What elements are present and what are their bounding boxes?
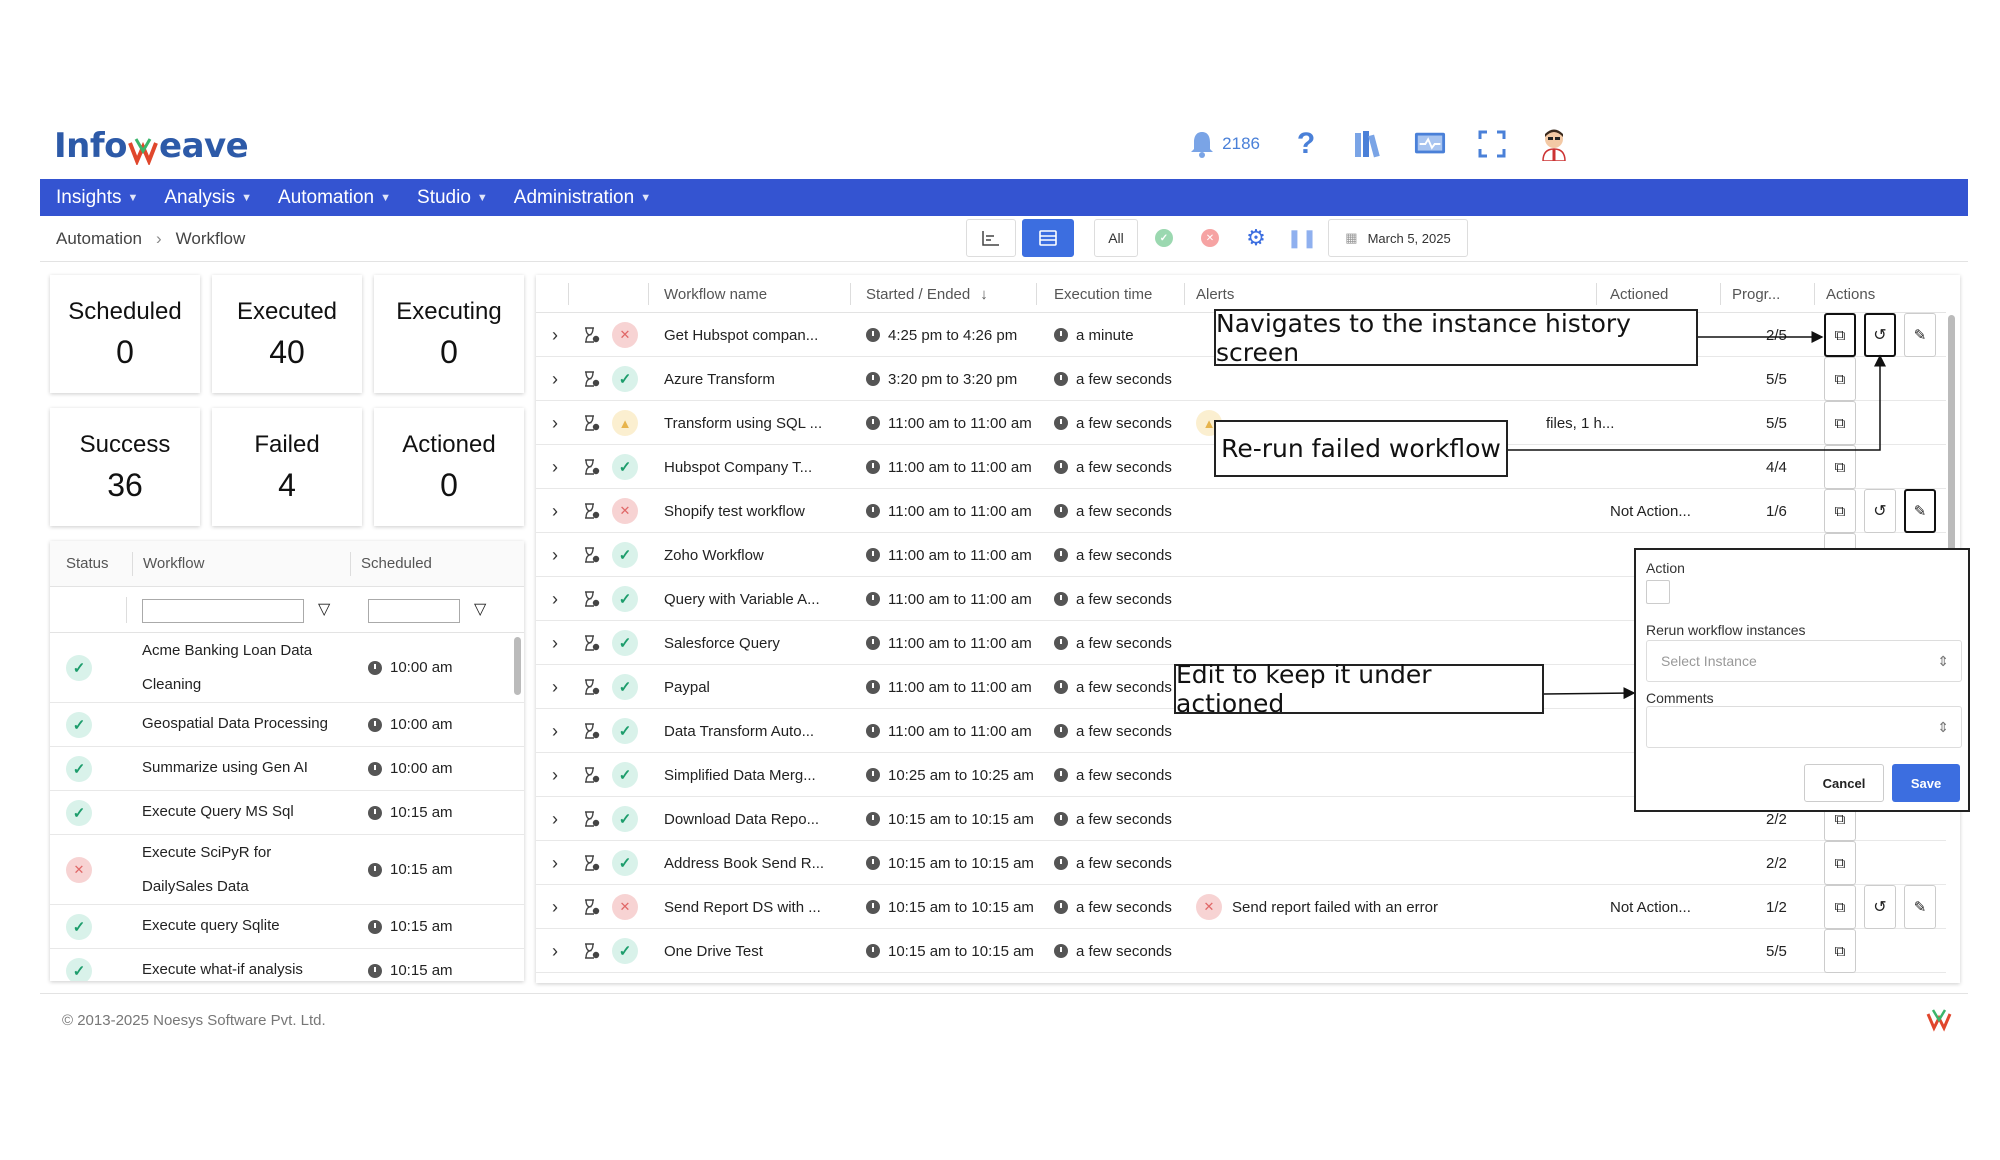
- app-window: { "header":{"logo_text":"Info","logo_tex…: [0, 0, 2000, 1160]
- footer: © 2013-2025 Noesys Software Pvt. Ltd.: [40, 993, 1968, 1045]
- copyright: © 2013-2025 Noesys Software Pvt. Ltd.: [62, 1012, 326, 1029]
- rerun-label: Rerun workflow instances: [1646, 622, 1806, 638]
- action-checkbox[interactable]: [1646, 580, 1670, 604]
- comments-field[interactable]: ⇕: [1646, 706, 1962, 748]
- save-button[interactable]: Save: [1892, 764, 1960, 802]
- action-popup: Action Rerun workflow instances Select I…: [1634, 548, 1970, 812]
- cancel-button[interactable]: Cancel: [1804, 764, 1884, 802]
- chevron-updown-icon: ⇕: [1937, 718, 1949, 735]
- chevron-updown-icon: ⇕: [1937, 652, 1949, 669]
- comments-label: Comments: [1646, 690, 1714, 706]
- action-label: Action: [1646, 560, 1685, 576]
- select-instance-dropdown[interactable]: Select Instance ⇕: [1646, 640, 1962, 682]
- logo-mark-icon: [1926, 1008, 1952, 1037]
